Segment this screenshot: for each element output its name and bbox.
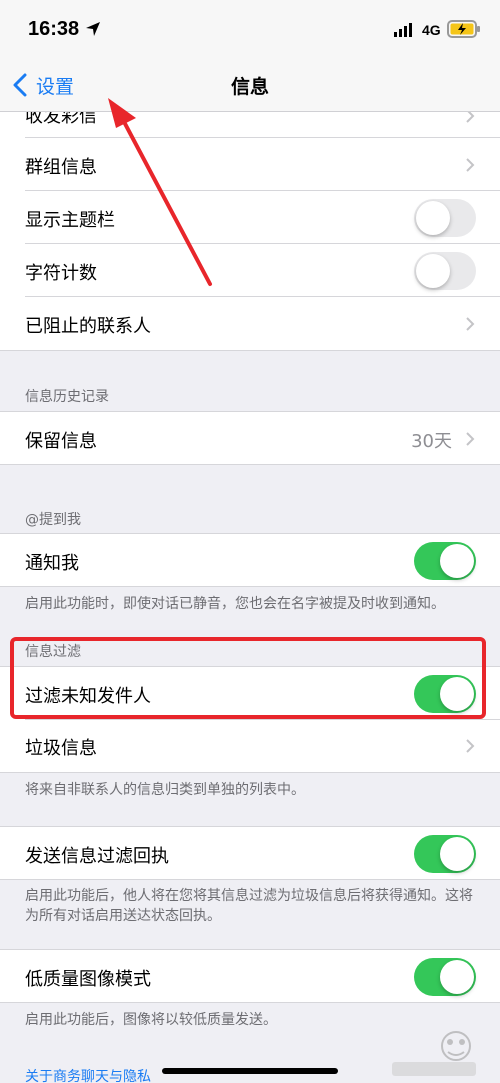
row-show-subject-label: 显示主题栏 [25, 206, 115, 232]
char-count-toggle[interactable] [414, 252, 476, 290]
row-blocked-label: 已阻止的联系人 [25, 312, 151, 338]
network-type: 4G [422, 22, 441, 38]
settings-list[interactable]: 收发彩信 群组信息 显示主题栏 字符计数 已阻止的联系人 信息历史记录 保留信息… [0, 112, 500, 1083]
row-keep-messages-label: 保留信息 [25, 427, 97, 453]
show-subject-toggle[interactable] [414, 199, 476, 237]
row-group-messages[interactable]: 群组信息 [0, 138, 500, 191]
row-keep-messages[interactable]: 保留信息 30天 [0, 411, 500, 465]
location-arrow-icon [85, 21, 101, 37]
row-group-messages-label: 群组信息 [25, 153, 97, 179]
filter-unknown-toggle[interactable] [414, 675, 476, 713]
chevron-right-icon [465, 316, 475, 332]
notify-me-note: 启用此功能时，即使对话已静音，您也会在名字被提及时收到通知。 [25, 594, 485, 614]
watermark-logo-icon [386, 1028, 482, 1080]
row-send-filter-receipt: 发送信息过滤回执 [0, 826, 500, 880]
section-header-history: 信息历史记录 [25, 386, 109, 406]
row-junk[interactable]: 垃圾信息 [0, 720, 500, 773]
business-chat-privacy-link[interactable]: 关于商务聊天与隐私 [25, 1066, 151, 1083]
row-send-filter-receipt-label: 发送信息过滤回执 [25, 842, 169, 868]
section-header-mentions: @提到我 [25, 509, 81, 529]
row-junk-label: 垃圾信息 [25, 734, 97, 760]
page-title: 信息 [0, 72, 500, 99]
keep-messages-value: 30天 [411, 427, 452, 453]
junk-note: 将来自非联系人的信息归类到单独的列表中。 [25, 780, 485, 800]
battery-charging-icon [447, 19, 481, 39]
row-mms[interactable]: 收发彩信 [0, 112, 500, 138]
chevron-right-icon [465, 157, 475, 173]
row-show-subject: 显示主题栏 [0, 191, 500, 244]
chevron-right-icon [465, 431, 475, 447]
notify-me-toggle[interactable] [414, 542, 476, 580]
row-notify-me-label: 通知我 [25, 549, 79, 575]
row-blocked-contacts[interactable]: 已阻止的联系人 [0, 297, 500, 351]
row-low-quality-label: 低质量图像模式 [25, 965, 151, 991]
status-time: 16:38 [28, 18, 79, 41]
row-low-quality: 低质量图像模式 [0, 949, 500, 1003]
row-notify-me: 通知我 [0, 533, 500, 587]
home-indicator[interactable] [162, 1068, 338, 1074]
low-quality-note: 启用此功能后，图像将以较低质量发送。 [25, 1010, 485, 1030]
send-filter-receipt-toggle[interactable] [414, 835, 476, 873]
chevron-right-icon [465, 112, 475, 124]
navigation-bar: 设置 信息 [0, 58, 500, 112]
section-header-filtering: 信息过滤 [25, 641, 81, 661]
status-bar: 16:38 4G [0, 0, 500, 58]
cellular-signal-icon [394, 23, 414, 37]
chevron-right-icon [465, 738, 475, 754]
row-filter-unknown: 过滤未知发件人 [0, 666, 500, 720]
row-filter-unknown-label: 过滤未知发件人 [25, 682, 151, 708]
send-filter-receipt-note: 启用此功能后，他人将在您将其信息过滤为垃圾信息后将获得通知。这将为所有对话启用送… [25, 886, 485, 926]
row-char-count-label: 字符计数 [25, 259, 97, 285]
row-char-count: 字符计数 [0, 244, 500, 297]
row-mms-label: 收发彩信 [25, 112, 97, 128]
low-quality-toggle[interactable] [414, 958, 476, 996]
